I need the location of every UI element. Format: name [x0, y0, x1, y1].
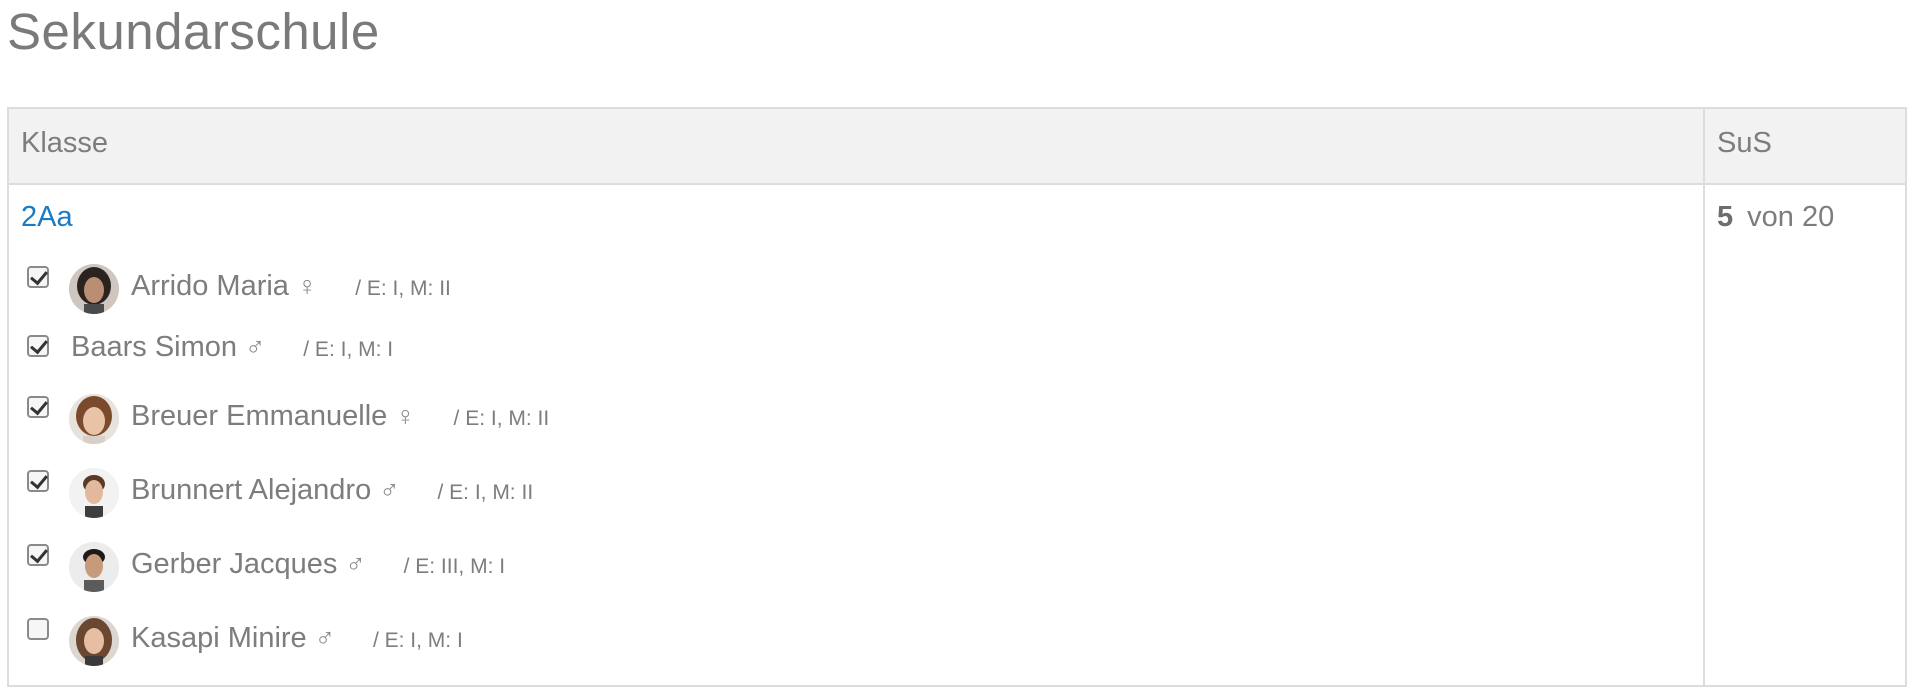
page-title: Sekundarschule: [7, 3, 380, 60]
gender-male-icon: ♂: [314, 623, 335, 653]
student-checkbox[interactable]: [27, 266, 49, 288]
gender-male-icon: ♂: [245, 332, 266, 362]
student-name: Brunnert Alejandro: [131, 474, 372, 506]
column-header-klasse: Klasse: [21, 127, 109, 159]
student-name-link[interactable]: Baars Simon ♂ / E: I, M: I: [71, 331, 393, 364]
student-name: Baars Simon: [71, 331, 238, 363]
gender-female-icon: ♀: [395, 401, 416, 431]
student-name: Arrido Maria: [131, 270, 289, 302]
student-name: Breuer Emmanuelle: [131, 400, 388, 432]
student-levels: / E: I, M: II: [355, 277, 451, 300]
student-checkbox[interactable]: [27, 335, 49, 357]
sus-total: von 20: [1747, 201, 1835, 233]
student-name-link[interactable]: Brunnert Alejandro ♂ / E: I, M: II: [131, 474, 533, 507]
student-name-link[interactable]: Gerber Jacques ♂ / E: III, M: I: [131, 548, 505, 581]
column-divider: [1703, 109, 1705, 685]
gender-female-icon: ♀: [296, 271, 318, 301]
student-name-link[interactable]: Arrido Maria ♀ / E: I, M: II: [131, 270, 451, 303]
sus-count: 5 von 20: [1717, 201, 1834, 234]
student-levels: / E: I, M: I: [372, 629, 463, 652]
student-avatar: [69, 468, 119, 518]
student-checkbox[interactable]: [27, 544, 49, 566]
student-name: Kasapi Minire: [131, 622, 307, 654]
student-levels: / E: I, M: II: [437, 481, 534, 504]
student-checkbox[interactable]: [27, 618, 49, 640]
column-header-sus: SuS: [1717, 127, 1772, 159]
student-name: Gerber Jacques: [131, 548, 338, 580]
class-table: Klasse SuS 2Aa 5 von 20 Arrido Maria ♀ / E:…: [7, 107, 1907, 687]
student-name-link[interactable]: Kasapi Minire ♂ / E: I, M: I: [131, 622, 463, 655]
student-avatar: [69, 616, 119, 666]
gender-male-icon: ♂: [379, 475, 400, 505]
sus-selected-count: 5: [1717, 201, 1734, 233]
student-name-link[interactable]: Breuer Emmanuelle ♀ / E: I, M: II: [131, 400, 549, 433]
student-avatar: [69, 542, 119, 592]
student-levels: / E: I, M: II: [453, 407, 550, 430]
student-checkbox[interactable]: [27, 396, 49, 418]
gender-male-icon: ♂: [345, 549, 366, 579]
class-link-2aa[interactable]: 2Aa: [21, 201, 73, 234]
student-avatar: [69, 394, 119, 444]
student-checkbox[interactable]: [27, 470, 49, 492]
student-avatar: [69, 264, 119, 314]
student-levels: / E: I, M: I: [303, 338, 394, 361]
table-header: Klasse SuS: [9, 109, 1905, 185]
student-levels: / E: III, M: I: [403, 555, 506, 578]
